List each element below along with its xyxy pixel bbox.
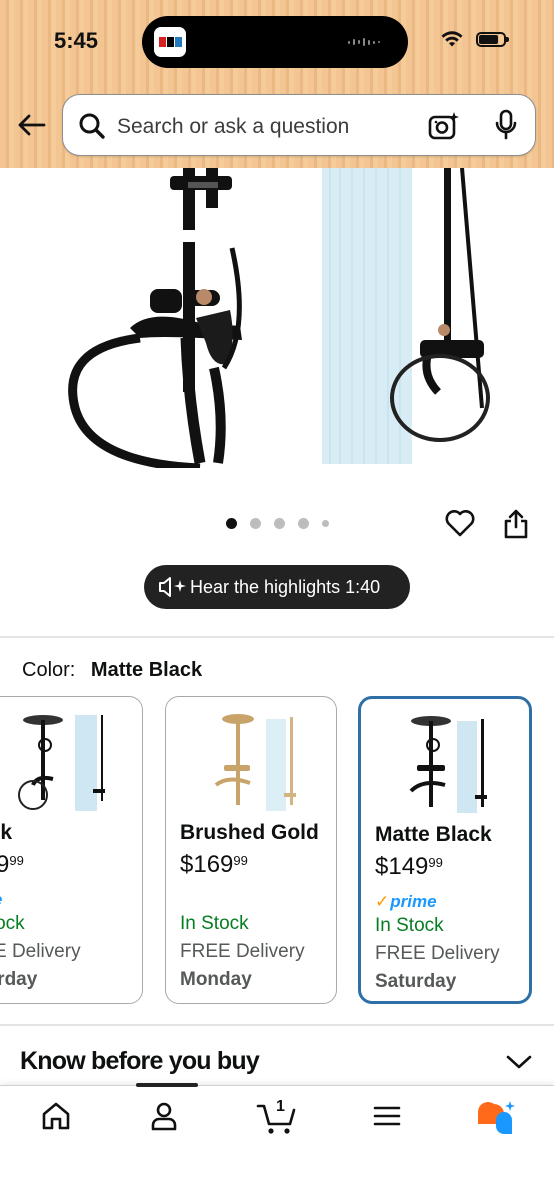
rufus-ai-icon bbox=[478, 1101, 515, 1134]
npr-app-icon bbox=[154, 27, 186, 57]
variant-price: $19999 bbox=[0, 851, 24, 878]
variant-stock: In Stock bbox=[375, 915, 444, 936]
variant-name: Black bbox=[0, 821, 13, 844]
variant-delivery: FREE Delivery bbox=[180, 941, 305, 962]
prime-check-icon: ✓ bbox=[375, 892, 390, 911]
gallery-dot[interactable] bbox=[250, 518, 261, 529]
chevron-down-icon bbox=[506, 1055, 532, 1069]
shower-product-image bbox=[68, 168, 490, 468]
know-before-you-buy-heading[interactable]: Know before you buy bbox=[20, 1047, 260, 1076]
search-icon bbox=[79, 113, 105, 139]
variant-carousel[interactable]: Black $19999 prime In Stock FREE Deliver… bbox=[0, 694, 554, 1006]
bottom-navigation: 1 bbox=[0, 1083, 554, 1200]
nav-cart[interactable]: 1 bbox=[256, 1098, 298, 1141]
microphone-icon bbox=[495, 109, 517, 140]
speaker-sparkle-icon bbox=[159, 577, 186, 597]
variant-delivery: FREE Delivery bbox=[0, 941, 81, 962]
voice-search-button[interactable] bbox=[493, 109, 519, 146]
search-input[interactable]: Search or ask a question bbox=[117, 115, 349, 139]
status-icons bbox=[440, 30, 509, 48]
hear-highlights-button[interactable]: Hear the highlights 1:40 bbox=[144, 565, 410, 609]
gallery-page-indicator[interactable] bbox=[226, 518, 329, 529]
search-bar[interactable]: Search or ask a question bbox=[62, 94, 536, 156]
gallery-dot-active[interactable] bbox=[226, 518, 237, 529]
section-divider bbox=[0, 636, 554, 638]
status-time: 5:45 bbox=[54, 28, 99, 53]
expand-section-button[interactable] bbox=[506, 1054, 532, 1075]
gallery-dot[interactable] bbox=[274, 518, 285, 529]
nav-menu[interactable] bbox=[372, 1100, 402, 1137]
variant-delivery: FREE Delivery bbox=[375, 943, 500, 964]
camera-search-button[interactable] bbox=[427, 111, 461, 146]
share-icon bbox=[504, 509, 528, 539]
variant-name: Matte Black bbox=[375, 823, 492, 846]
variant-price: $14999 bbox=[375, 853, 443, 880]
hamburger-menu-icon bbox=[373, 1106, 401, 1126]
color-selector-label: Color: Matte Black bbox=[22, 659, 202, 682]
dynamic-island bbox=[142, 16, 408, 68]
wifi-icon bbox=[441, 31, 463, 47]
share-button[interactable] bbox=[502, 508, 530, 545]
variant-delivery-day: Saturday bbox=[0, 969, 38, 990]
variant-delivery-day: Saturday bbox=[375, 971, 457, 992]
variant-thumbnail bbox=[409, 716, 487, 813]
variant-card-brushed-gold[interactable]: Brushed Gold $16999 In Stock FREE Delive… bbox=[165, 696, 337, 1004]
variant-card-black[interactable]: Black $19999 prime In Stock FREE Deliver… bbox=[0, 696, 143, 1004]
camera-sparkle-icon bbox=[428, 112, 459, 140]
variant-stock: In Stock bbox=[180, 913, 249, 934]
color-label: Color: bbox=[22, 659, 76, 681]
variant-card-matte-black[interactable]: Matte Black $14999 ✓prime In Stock FREE … bbox=[358, 696, 532, 1004]
cart-count-badge: 1 bbox=[276, 1098, 285, 1115]
person-icon bbox=[151, 1102, 177, 1131]
active-tab-indicator bbox=[136, 1083, 198, 1087]
back-button[interactable] bbox=[14, 108, 48, 142]
back-arrow-icon bbox=[18, 114, 46, 136]
hear-highlights-label: Hear the highlights 1:40 bbox=[190, 577, 381, 597]
variant-stock: In Stock bbox=[0, 913, 25, 934]
section-divider bbox=[0, 1024, 554, 1026]
app-header: 5:45 Search or ask a question bbox=[0, 0, 554, 168]
audio-wave-icon bbox=[348, 38, 380, 46]
gallery-dot[interactable] bbox=[298, 518, 309, 529]
variant-thumbnail bbox=[18, 715, 105, 811]
nav-account[interactable] bbox=[148, 1100, 180, 1137]
variant-delivery-day: Monday bbox=[180, 969, 252, 990]
variant-name: Brushed Gold bbox=[180, 821, 319, 844]
wishlist-button[interactable] bbox=[444, 508, 476, 543]
prime-badge: prime bbox=[0, 890, 2, 910]
variant-price: $16999 bbox=[180, 851, 248, 878]
home-icon bbox=[42, 1102, 70, 1130]
gallery-dot[interactable] bbox=[322, 520, 329, 527]
prime-badge: ✓prime bbox=[375, 892, 437, 911]
heart-icon bbox=[445, 510, 475, 537]
variant-thumbnail bbox=[214, 714, 296, 811]
nav-home[interactable] bbox=[40, 1100, 72, 1137]
battery-icon bbox=[476, 31, 509, 47]
color-selected-value: Matte Black bbox=[90, 659, 203, 681]
nav-rufus-assistant[interactable] bbox=[478, 1100, 518, 1141]
product-image-gallery[interactable] bbox=[0, 168, 554, 468]
